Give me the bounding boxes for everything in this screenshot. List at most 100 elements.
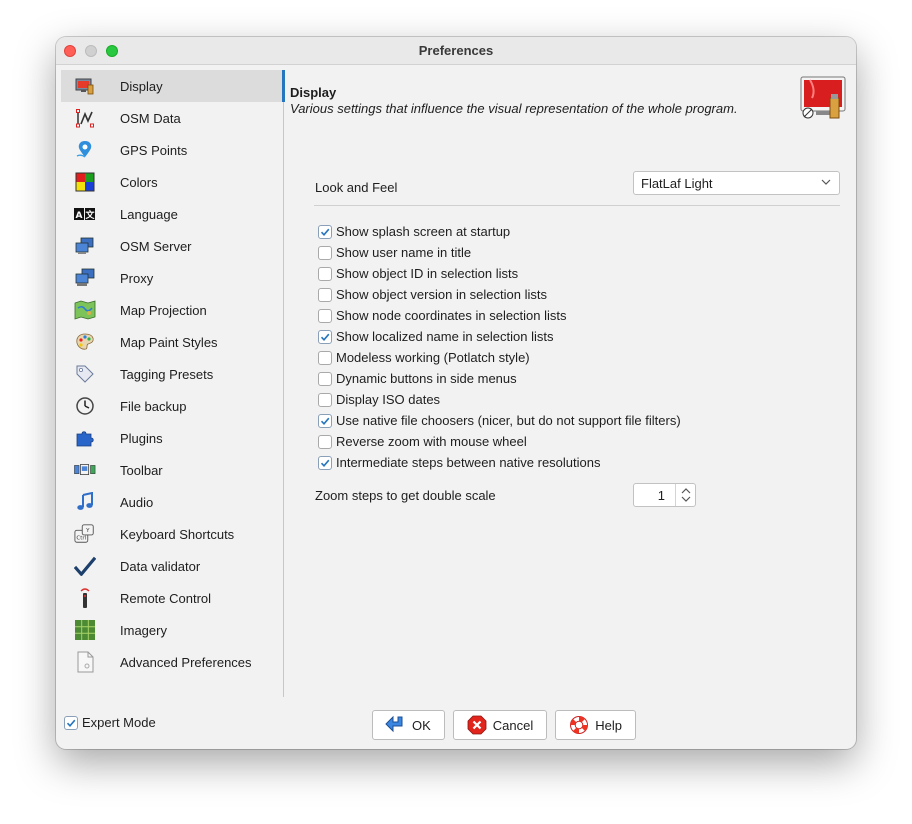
sidebar-item-osm-server[interactable]: OSM Server — [61, 230, 283, 262]
toolbar-icon — [74, 459, 96, 481]
sidebar-item-label: Map Projection — [120, 302, 207, 318]
ok-button[interactable]: OK — [372, 710, 445, 740]
window-title: Preferences — [418, 43, 494, 58]
sidebar-item-tagging-presets[interactable]: Tagging Presets — [61, 358, 283, 390]
zoom-steps-spinner[interactable]: 1 — [633, 483, 696, 507]
sidebar-item-language[interactable]: A文 Language — [61, 198, 283, 230]
option-checkbox-row[interactable]: Modeless working (Potlatch style) — [318, 347, 681, 368]
checkbox[interactable] — [318, 266, 332, 281]
sidebar-item-label: Colors — [120, 174, 158, 190]
map-icon — [74, 299, 96, 321]
option-label: Show node coordinates in selection lists — [336, 308, 567, 323]
sidebar-item-imagery[interactable]: Imagery — [61, 614, 283, 646]
lifebuoy-icon — [568, 714, 590, 736]
option-checkbox-row[interactable]: Reverse zoom with mouse wheel — [318, 431, 681, 452]
checkbox[interactable] — [64, 715, 78, 730]
checkbox[interactable] — [318, 371, 332, 386]
music-note-icon — [74, 491, 96, 513]
option-checkbox-row[interactable]: Show user name in title — [318, 242, 681, 263]
option-checkbox-row[interactable]: Show localized name in selection lists — [318, 326, 681, 347]
checkbox[interactable] — [318, 224, 332, 239]
palette-icon — [74, 331, 96, 353]
grid-icon — [74, 619, 96, 641]
option-label: Display ISO dates — [336, 392, 441, 407]
divider — [314, 205, 840, 206]
option-checkbox-row[interactable]: Dynamic buttons in side menus — [318, 368, 681, 389]
sidebar-item-audio[interactable]: Audio — [61, 486, 283, 518]
ok-arrow-icon — [385, 714, 407, 736]
sidebar-item-label: GPS Points — [120, 142, 188, 158]
title-bar[interactable]: Preferences — [56, 37, 856, 65]
sidebar-item-label: Keyboard Shortcuts — [120, 526, 235, 542]
sidebar-item-advanced-preferences[interactable]: Advanced Preferences — [61, 646, 283, 678]
sidebar-item-label: Tagging Presets — [120, 366, 214, 382]
sidebar-item-remote-control[interactable]: Remote Control — [61, 582, 283, 614]
checkbox[interactable] — [318, 329, 332, 344]
zoom-steps-label: Zoom steps to get double scale — [315, 488, 496, 503]
cancel-button[interactable]: Cancel — [452, 710, 548, 740]
look-and-feel-label: Look and Feel — [315, 180, 398, 195]
checkbox[interactable] — [318, 287, 332, 302]
sidebar-item-data-validator[interactable]: Data validator — [61, 550, 283, 582]
document-icon — [74, 651, 96, 673]
checkbox[interactable] — [318, 350, 332, 365]
sidebar-item-map-paint-styles[interactable]: Map Paint Styles — [61, 326, 283, 358]
proxy-icon — [74, 267, 96, 289]
option-label: Modeless working (Potlatch style) — [336, 350, 530, 365]
sidebar-item-label: Map Paint Styles — [120, 334, 218, 350]
sidebar-item-label: File backup — [120, 398, 187, 414]
sidebar-item-label: Display — [120, 78, 163, 94]
selection-indicator — [282, 70, 285, 102]
display-options-list: Show splash screen at startup Show user n… — [318, 221, 681, 473]
zoom-window-button[interactable] — [106, 45, 118, 57]
checkbox[interactable] — [318, 413, 332, 428]
option-label: Use native file choosers (nicer, but do … — [336, 413, 681, 428]
sidebar-item-label: Remote Control — [120, 590, 212, 606]
checkbox[interactable] — [318, 308, 332, 323]
sidebar-item-label: OSM Server — [120, 238, 192, 254]
option-checkbox-row[interactable]: Use native file choosers (nicer, but do … — [318, 410, 681, 431]
sidebar-item-keyboard-shortcuts[interactable]: Ctrl Y Keyboard Shortcuts — [61, 518, 283, 550]
sidebar-item-proxy[interactable]: Proxy — [61, 262, 283, 294]
sidebar-item-plugins[interactable]: Plugins — [61, 422, 283, 454]
spinner-arrows-icon[interactable] — [675, 484, 695, 506]
sidebar-item-osm-data[interactable]: OSM Data — [61, 102, 283, 134]
expert-mode-checkbox[interactable]: Expert Mode — [64, 715, 156, 730]
checkbox[interactable] — [318, 392, 332, 407]
expert-mode-label: Expert Mode — [82, 715, 156, 730]
cancel-label: Cancel — [492, 717, 534, 733]
option-checkbox-row[interactable]: Show splash screen at startup — [318, 221, 681, 242]
option-label: Show splash screen at startup — [336, 224, 511, 239]
option-checkbox-row[interactable]: Intermediate steps between native resolu… — [318, 452, 681, 473]
option-checkbox-row[interactable]: Show object version in selection lists — [318, 284, 681, 305]
option-label: Show object ID in selection lists — [336, 266, 519, 281]
svg-text:Ctrl: Ctrl — [76, 536, 86, 542]
help-label: Help — [595, 717, 623, 733]
minimize-window-button[interactable] — [85, 45, 97, 57]
sidebar-item-label: Advanced Preferences — [120, 654, 252, 670]
checkbox[interactable] — [318, 434, 332, 449]
puzzle-icon — [74, 427, 96, 449]
option-checkbox-row[interactable]: Display ISO dates — [318, 389, 681, 410]
sidebar-item-colors[interactable]: Colors — [61, 166, 283, 198]
sidebar-item-display[interactable]: Display — [61, 70, 283, 102]
option-label: Show object version in selection lists — [336, 287, 547, 302]
sidebar-item-toolbar[interactable]: Toolbar — [61, 454, 283, 486]
look-and-feel-value: FlatLaf Light — [641, 175, 713, 191]
sidebar-item-label: Toolbar — [120, 462, 163, 478]
option-checkbox-row[interactable]: Show node coordinates in selection lists — [318, 305, 681, 326]
sidebar-item-map-projection[interactable]: Map Projection — [61, 294, 283, 326]
help-button[interactable]: Help — [555, 710, 637, 740]
close-window-button[interactable] — [64, 45, 76, 57]
option-label: Show user name in title — [336, 245, 472, 260]
checkbox[interactable] — [318, 455, 332, 470]
option-checkbox-row[interactable]: Show object ID in selection lists — [318, 263, 681, 284]
window-controls — [64, 45, 118, 57]
sidebar-item-file-backup[interactable]: File backup — [61, 390, 283, 422]
look-and-feel-select[interactable]: FlatLaf Light — [633, 171, 840, 195]
preferences-sidebar: Display OSM Data GPS Points Colors A文 La… — [61, 70, 284, 697]
svg-text:Y: Y — [85, 528, 90, 534]
sidebar-item-label: Data validator — [120, 558, 201, 574]
checkbox[interactable] — [318, 245, 332, 260]
sidebar-item-gps-points[interactable]: GPS Points — [61, 134, 283, 166]
